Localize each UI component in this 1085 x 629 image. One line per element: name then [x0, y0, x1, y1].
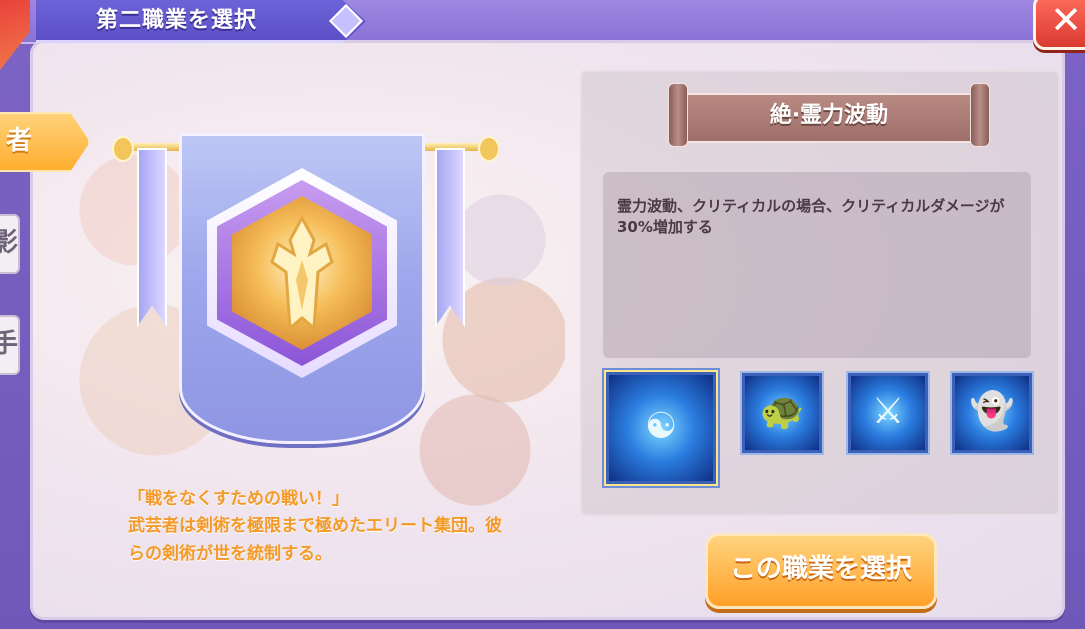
spirit-wave-icon: ☯ [609, 375, 713, 481]
rod-ornament-right [478, 136, 500, 162]
rod-ornament-left [112, 136, 134, 162]
turtle-icon: 🐢 [745, 376, 819, 450]
ribbon-right [435, 148, 465, 327]
side-tab-label: 者 [6, 126, 33, 156]
ribbon-left [137, 148, 167, 327]
side-tab-label: 手 [0, 329, 19, 359]
side-tab-3[interactable]: 手 [0, 315, 20, 375]
select-job-button[interactable]: この職業を選択 [705, 533, 937, 609]
close-icon: ✕ [1050, 0, 1082, 42]
page-title: 第二職業を選択 [96, 8, 258, 33]
side-tab-2[interactable]: 影 [0, 214, 20, 274]
side-tab-label: 影 [0, 228, 19, 258]
title-tab: 第二職業を選択 [36, 0, 366, 43]
skill-description: 霊力波動、クリティカルの場合、クリティカルダメージが30%増加する [617, 197, 1005, 236]
skill-name-scroll: 絶·霊力波動 [668, 83, 990, 147]
ghost-icon: 👻 [955, 376, 1029, 450]
skill-slot-4[interactable]: 👻 [950, 371, 1034, 455]
job-description: 武芸者は剣術を極限まで極めたエリート集団。彼らの剣術が世を統制する。 [128, 516, 502, 564]
select-job-label: この職業を選択 [729, 554, 912, 584]
job-quote: 「戦をなくすための戦い！」 [128, 489, 349, 509]
skill-slot-3[interactable]: ⚔ [846, 371, 930, 455]
skill-name: 絶·霊力波動 [769, 103, 889, 128]
sword-helm-icon [270, 214, 334, 332]
close-button[interactable]: ✕ [1033, 0, 1085, 50]
skill-slot-1[interactable]: ☯ [604, 370, 718, 486]
blade-slash-icon: ⚔ [851, 376, 925, 450]
skill-slot-2[interactable]: 🐢 [740, 371, 824, 455]
